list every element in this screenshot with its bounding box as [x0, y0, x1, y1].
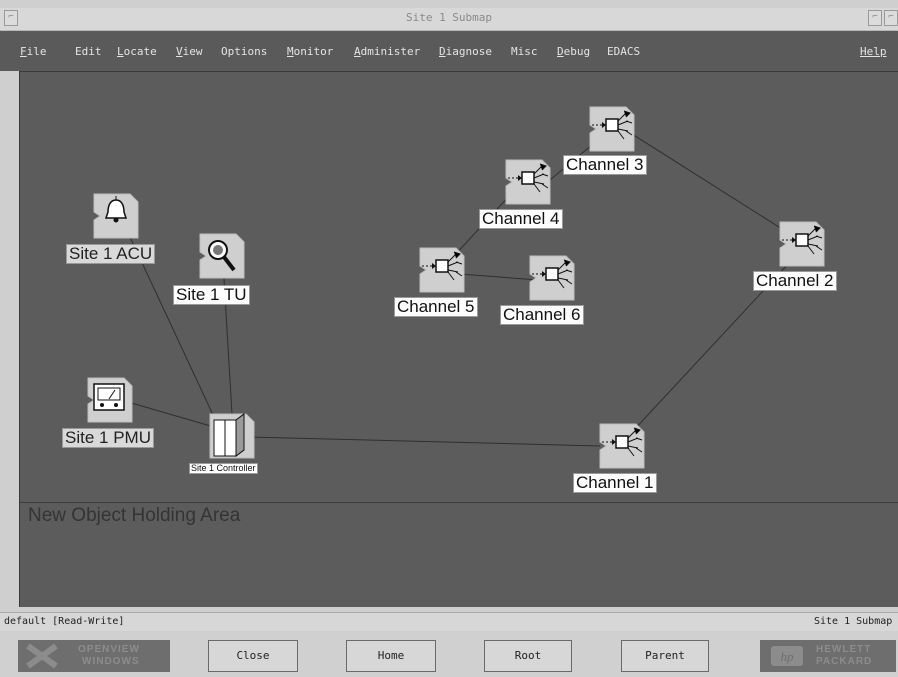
- node-channel-1[interactable]: [596, 420, 648, 476]
- application-window: ⌐ Site 1 Submap ⌐ ⌐ File Edit Locate Vie…: [0, 0, 898, 677]
- hewlett-packard-logo: hp HEWLETT PACKARD: [760, 640, 896, 672]
- menu-options[interactable]: Options: [221, 45, 267, 58]
- menu-edacs[interactable]: EDACS: [607, 45, 640, 58]
- node-site1-tu[interactable]: [196, 230, 248, 286]
- root-button[interactable]: Root: [484, 640, 572, 672]
- node-site1-pmu[interactable]: [84, 374, 136, 430]
- link-controller-ch1: [247, 436, 601, 447]
- node-channel-6[interactable]: [526, 252, 578, 308]
- svg-text:hp: hp: [781, 649, 795, 664]
- node-channel-2[interactable]: [776, 218, 828, 274]
- node-channel-6-label: Channel 6: [500, 305, 584, 325]
- channel-icon: [529, 255, 575, 301]
- menu-misc[interactable]: Misc: [511, 45, 538, 58]
- node-channel-5[interactable]: [416, 244, 468, 300]
- node-channel-1-label: Channel 1: [573, 473, 657, 493]
- close-button[interactable]: Close: [208, 640, 298, 672]
- status-submap-name: Site 1 Submap: [814, 616, 893, 627]
- node-channel-3[interactable]: [586, 103, 638, 159]
- menu-edit[interactable]: Edit: [75, 45, 102, 58]
- openview-logo: OPENVIEW WINDOWS: [18, 640, 170, 672]
- menu-monitor[interactable]: Monitor: [287, 45, 333, 58]
- node-site1-acu-label: Site 1 ACU: [66, 244, 156, 264]
- window-title: Site 1 Submap: [405, 11, 493, 24]
- channel-icon: [505, 159, 551, 205]
- bell-icon: [93, 193, 139, 239]
- menu-file[interactable]: File: [20, 45, 47, 58]
- channel-icon: [779, 221, 825, 267]
- link-ch3-ch2: [631, 133, 791, 235]
- status-bar: default [Read-Write] Site 1 Submap: [0, 612, 898, 631]
- minimize-button[interactable]: ⌐: [868, 10, 882, 26]
- menu-diagnose[interactable]: Diagnose: [439, 45, 492, 58]
- button-bar: OPENVIEW WINDOWS Close Home Root Parent …: [0, 632, 898, 677]
- node-site1-controller[interactable]: [208, 410, 256, 466]
- channel-icon: [599, 423, 645, 469]
- submap-canvas[interactable]: Site 1 ACU Site 1 TU Site 1 PMU Site 1 C…: [19, 71, 898, 607]
- node-site1-pmu-label: Site 1 PMU: [62, 428, 154, 448]
- menu-bar: File Edit Locate View Options Monitor Ad…: [0, 31, 898, 71]
- meter-icon: [87, 377, 133, 423]
- link-pmu-controller: [127, 401, 215, 428]
- home-button[interactable]: Home: [346, 640, 436, 672]
- node-site1-controller-label: Site 1 Controller: [189, 463, 258, 475]
- maximize-button[interactable]: ⌐: [884, 10, 898, 26]
- cabinet-icon: [209, 413, 255, 459]
- node-site1-acu[interactable]: [90, 190, 142, 246]
- status-map-mode: default [Read-Write]: [4, 616, 125, 627]
- node-channel-4[interactable]: [502, 156, 554, 212]
- parent-button[interactable]: Parent: [621, 640, 709, 672]
- holding-area-label: New Object Holding Area: [28, 505, 241, 526]
- magnifier-icon: [199, 233, 245, 279]
- node-channel-4-label: Channel 4: [479, 209, 563, 229]
- openview-x-icon: [26, 643, 58, 669]
- menu-locate[interactable]: Locate: [117, 45, 157, 58]
- channel-icon: [589, 106, 635, 152]
- menu-view[interactable]: View: [176, 45, 203, 58]
- menu-administer[interactable]: Administer: [354, 45, 420, 58]
- channel-icon: [419, 247, 465, 293]
- node-channel-5-label: Channel 5: [394, 297, 478, 317]
- node-channel-3-label: Channel 3: [563, 155, 647, 175]
- menu-debug[interactable]: Debug: [557, 45, 590, 58]
- title-bar[interactable]: ⌐ Site 1 Submap ⌐ ⌐: [0, 8, 898, 31]
- new-object-holding-area[interactable]: New Object Holding Area: [20, 502, 898, 608]
- menu-help[interactable]: Help: [860, 45, 887, 58]
- node-site1-tu-label: Site 1 TU: [173, 285, 250, 305]
- hp-logo-icon: hp: [771, 646, 803, 666]
- node-channel-2-label: Channel 2: [753, 271, 837, 291]
